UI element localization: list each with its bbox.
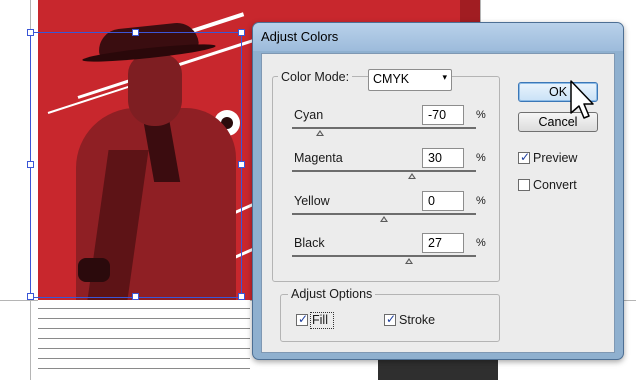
arrow-pointer-icon	[570, 80, 594, 119]
fill-label: Fill	[312, 313, 328, 327]
color-mode-dropdown[interactable]: CMYK ▾	[368, 69, 452, 91]
checkmark-icon: ✓	[298, 312, 309, 326]
magenta-label: Magenta	[294, 151, 343, 165]
rule-line	[38, 338, 250, 339]
rule-line	[38, 318, 250, 319]
selection-handle[interactable]	[27, 161, 34, 168]
cyan-percent-sign: %	[476, 109, 486, 121]
cyan-input[interactable]: -70	[422, 105, 464, 125]
selection-handle[interactable]	[132, 29, 139, 36]
yellow-label: Yellow	[294, 194, 330, 208]
preview-checkbox[interactable]: ✓	[518, 150, 531, 164]
rule-line	[38, 328, 250, 329]
dialog-body: Color Mode: CMYK ▾ Cyan -70 % Magenta 30…	[261, 53, 615, 353]
checkmark-icon: ✓	[520, 150, 531, 164]
yellow-input[interactable]: 0	[422, 191, 464, 211]
stroke-checkbox[interactable]: ✓	[384, 312, 397, 326]
ruled-text-area	[38, 300, 250, 378]
rule-line	[38, 308, 250, 309]
selection-handle[interactable]	[238, 29, 245, 36]
selection-handle[interactable]	[238, 161, 245, 168]
yellow-percent-sign: %	[476, 195, 486, 207]
stroke-label: Stroke	[399, 313, 436, 327]
selection-handle[interactable]	[27, 293, 34, 300]
selection-handle[interactable]	[27, 29, 34, 36]
checkmark-icon: ✓	[386, 312, 397, 326]
preview-label: Preview	[533, 151, 578, 165]
black-label: Black	[294, 236, 325, 250]
dialog-titlebar[interactable]: Adjust Colors	[253, 23, 623, 51]
black-slider-thumb[interactable]	[404, 258, 413, 264]
magenta-percent-sign: %	[476, 152, 486, 164]
yellow-slider-thumb[interactable]	[380, 216, 388, 222]
selection-bounding-box[interactable]	[30, 32, 242, 298]
fill-checkbox[interactable]: ✓	[296, 312, 309, 326]
chevron-down-icon: ▾	[442, 73, 447, 83]
magenta-input[interactable]: 30	[422, 148, 464, 168]
rule-line	[38, 348, 250, 349]
black-percent-sign: %	[476, 237, 486, 249]
black-slider-track[interactable]	[292, 255, 476, 257]
color-mode-group	[272, 76, 500, 282]
yellow-slider-track[interactable]	[292, 213, 476, 215]
color-mode-value: CMYK	[373, 72, 410, 86]
adjust-colors-dialog: Adjust Colors Color Mode: CMYK ▾ Cyan -7…	[252, 22, 624, 360]
dialog-title: Adjust Colors	[261, 29, 339, 44]
black-input[interactable]: 27	[422, 233, 464, 253]
cyan-label: Cyan	[294, 108, 324, 122]
rule-line	[38, 358, 250, 359]
selection-handle[interactable]	[238, 293, 245, 300]
rule-line	[38, 368, 250, 369]
magenta-slider-thumb[interactable]	[407, 173, 416, 179]
selection-handle[interactable]	[132, 293, 139, 300]
convert-label: Convert	[533, 178, 577, 192]
color-mode-label: Color Mode:	[278, 70, 353, 84]
magenta-slider-track[interactable]	[292, 170, 476, 172]
adjust-options-legend: Adjust Options	[288, 287, 376, 301]
cyan-slider-thumb[interactable]	[315, 130, 324, 136]
cyan-slider-track[interactable]	[292, 127, 476, 129]
convert-checkbox[interactable]	[518, 179, 530, 191]
